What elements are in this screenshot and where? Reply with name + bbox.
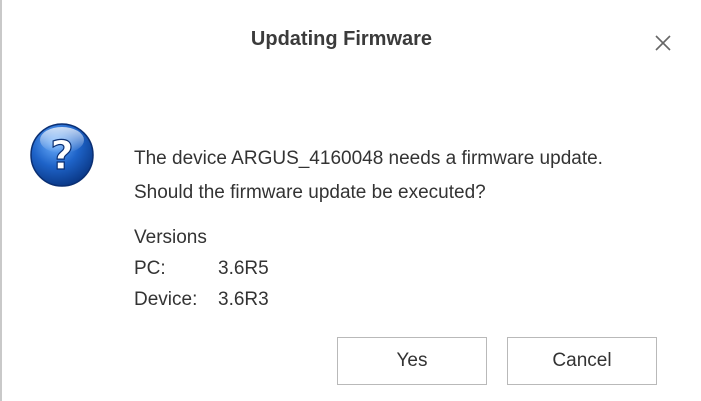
version-value-pc: 3.6R5 (218, 258, 269, 279)
version-row-device: Device: 3.6R3 (134, 284, 269, 315)
firmware-update-dialog: Updating Firmware ? The device ARGUS_416… (0, 0, 699, 401)
versions-heading: Versions (134, 227, 207, 248)
version-value-device: 3.6R3 (218, 289, 269, 310)
message-line-1: The device ARGUS_4160048 needs a firmwar… (134, 148, 603, 169)
yes-button[interactable]: Yes (337, 337, 487, 385)
close-button[interactable] (648, 28, 678, 58)
close-icon (655, 35, 671, 51)
version-key-device: Device: (134, 289, 198, 310)
cancel-button[interactable]: Cancel (507, 337, 657, 385)
question-icon: ? (30, 123, 94, 187)
version-row-pc: PC: 3.6R5 (134, 253, 269, 284)
dialog-title: Updating Firmware (250, 28, 433, 50)
versions-block: Versions PC: 3.6R5 Device: 3.6R3 (134, 222, 269, 315)
version-key-pc: PC: (134, 258, 166, 279)
message-line-2: Should the firmware update be executed? (134, 182, 486, 203)
svg-text:?: ? (50, 133, 73, 179)
message-text: The device ARGUS_4160048 needs a firmwar… (134, 142, 603, 210)
